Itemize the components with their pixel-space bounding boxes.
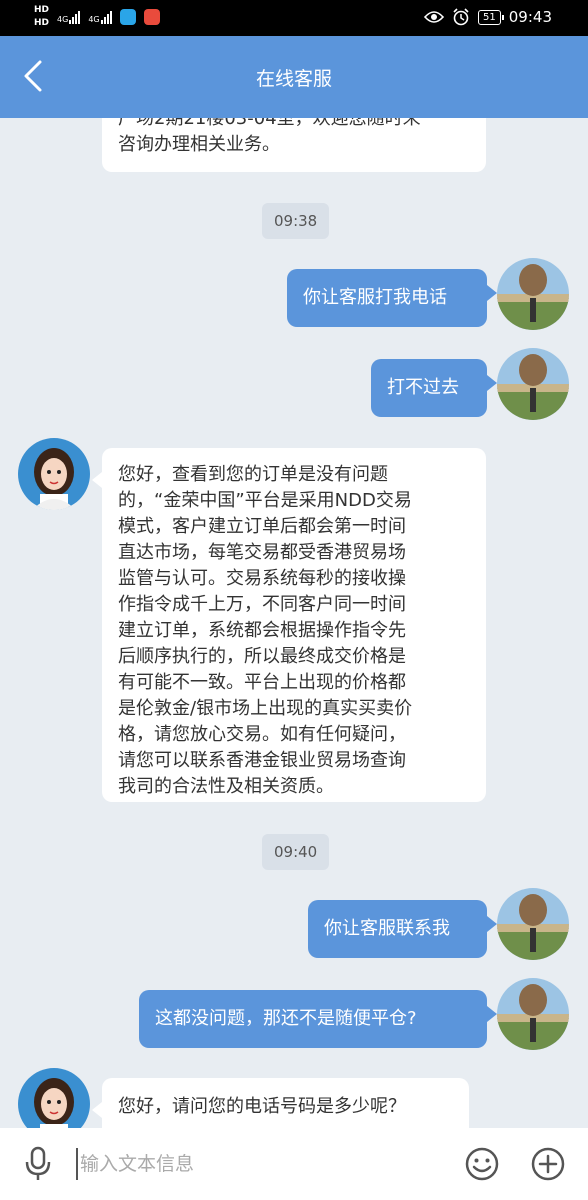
message-line: 模式，客户建立订单后都会第一时间 <box>118 516 406 537</box>
user-message: 你让客服联系我 <box>308 900 497 958</box>
message-line: 是伦敦金/银市场上出现的真实买卖价 <box>118 698 413 719</box>
user-avatar <box>497 978 569 1050</box>
app-notification-icon <box>119 9 136 25</box>
message-line: 您好，查看到您的订单是没有问题 <box>118 464 388 485</box>
mic-icon <box>25 1146 51 1180</box>
message-line: 咨询办理相关业务。 <box>118 134 280 155</box>
signal-bars-icon <box>100 10 112 24</box>
status-right: 51 09:43 <box>424 8 552 26</box>
agent-message: 您好，查看到您的订单是没有问题 的，“金荣中国”平台是采用NDD交易 模式，客户… <box>92 448 486 802</box>
agent-avatar <box>18 438 90 510</box>
message-line: 格，请您放心交易。如有任何疑问， <box>118 724 406 745</box>
signal-bars-icon <box>69 10 81 24</box>
more-button[interactable] <box>530 1146 566 1182</box>
message-line: 我司的合法性及相关资质。 <box>118 776 334 797</box>
timestamp: 09:40 <box>262 834 330 870</box>
user-message: 这都没问题，那还不是随便平仓? <box>139 990 497 1048</box>
signal-1: 4G <box>57 10 81 24</box>
user-message: 你让客服打我电话 <box>287 269 497 327</box>
hd-indicator-1: HD <box>34 5 50 15</box>
message-line: 广场2期21楼03-04室，欢迎您随时来 <box>118 118 421 129</box>
network-type-1: 4G <box>57 15 69 24</box>
message-line: 请您可以联系香港金银业贸易场查询 <box>118 750 406 771</box>
app-header: 在线客服 <box>0 36 588 118</box>
app-notification-icon <box>143 9 160 25</box>
agent-message: 您好，请问您的电话号码是多少呢？ <box>92 1078 469 1128</box>
message-line: 直达市场，每笔交易都受香港贸易场 <box>118 542 406 563</box>
user-avatar <box>497 888 569 960</box>
timestamp: 09:38 <box>262 203 330 239</box>
status-bar: HD HD 4G 4G 51 09:43 <box>0 0 588 36</box>
hd-indicators: HD HD <box>34 4 49 30</box>
status-left: HD HD 4G 4G <box>34 4 160 30</box>
alarm-icon <box>453 8 469 26</box>
battery-icon: 51 <box>478 9 504 25</box>
user-avatar <box>497 258 569 330</box>
emoji-button[interactable] <box>464 1146 500 1182</box>
message-line: 后顺序执行的，所以最终成交价格是 <box>118 646 406 667</box>
message-input[interactable] <box>76 1148 446 1180</box>
agent-message: 广场2期21楼03-04室，欢迎您随时来 咨询办理相关业务。 <box>102 118 486 172</box>
clock: 09:43 <box>508 8 552 26</box>
hd-indicator-2: HD <box>34 18 50 28</box>
message-line: 有可能不一致。平台上出现的价格都 <box>118 672 406 693</box>
page-title: 在线客服 <box>255 68 332 90</box>
signal-2: 4G <box>88 10 112 24</box>
eye-icon <box>424 11 445 23</box>
plus-icon <box>531 1147 565 1181</box>
agent-avatar <box>18 1068 90 1128</box>
message-line: 作指令成千上万，不同客户同一时间 <box>118 594 406 615</box>
user-message: 打不过去 <box>371 359 497 417</box>
user-avatar <box>497 348 569 420</box>
voice-button[interactable] <box>22 1146 54 1182</box>
message-line: 监管与认可。交易系统每秒的接收操 <box>118 568 406 589</box>
input-bar <box>0 1128 588 1200</box>
message-line: 建立订单，系统都会根据操作指令先 <box>118 620 406 641</box>
network-type-2: 4G <box>88 15 100 24</box>
emoji-icon <box>465 1147 499 1181</box>
chat-area[interactable]: 广场2期21楼03-04室，欢迎您随时来 咨询办理相关业务。 09:38 你让客… <box>0 118 588 1128</box>
message-line: 的，“金荣中国”平台是采用NDD交易 <box>118 490 412 511</box>
